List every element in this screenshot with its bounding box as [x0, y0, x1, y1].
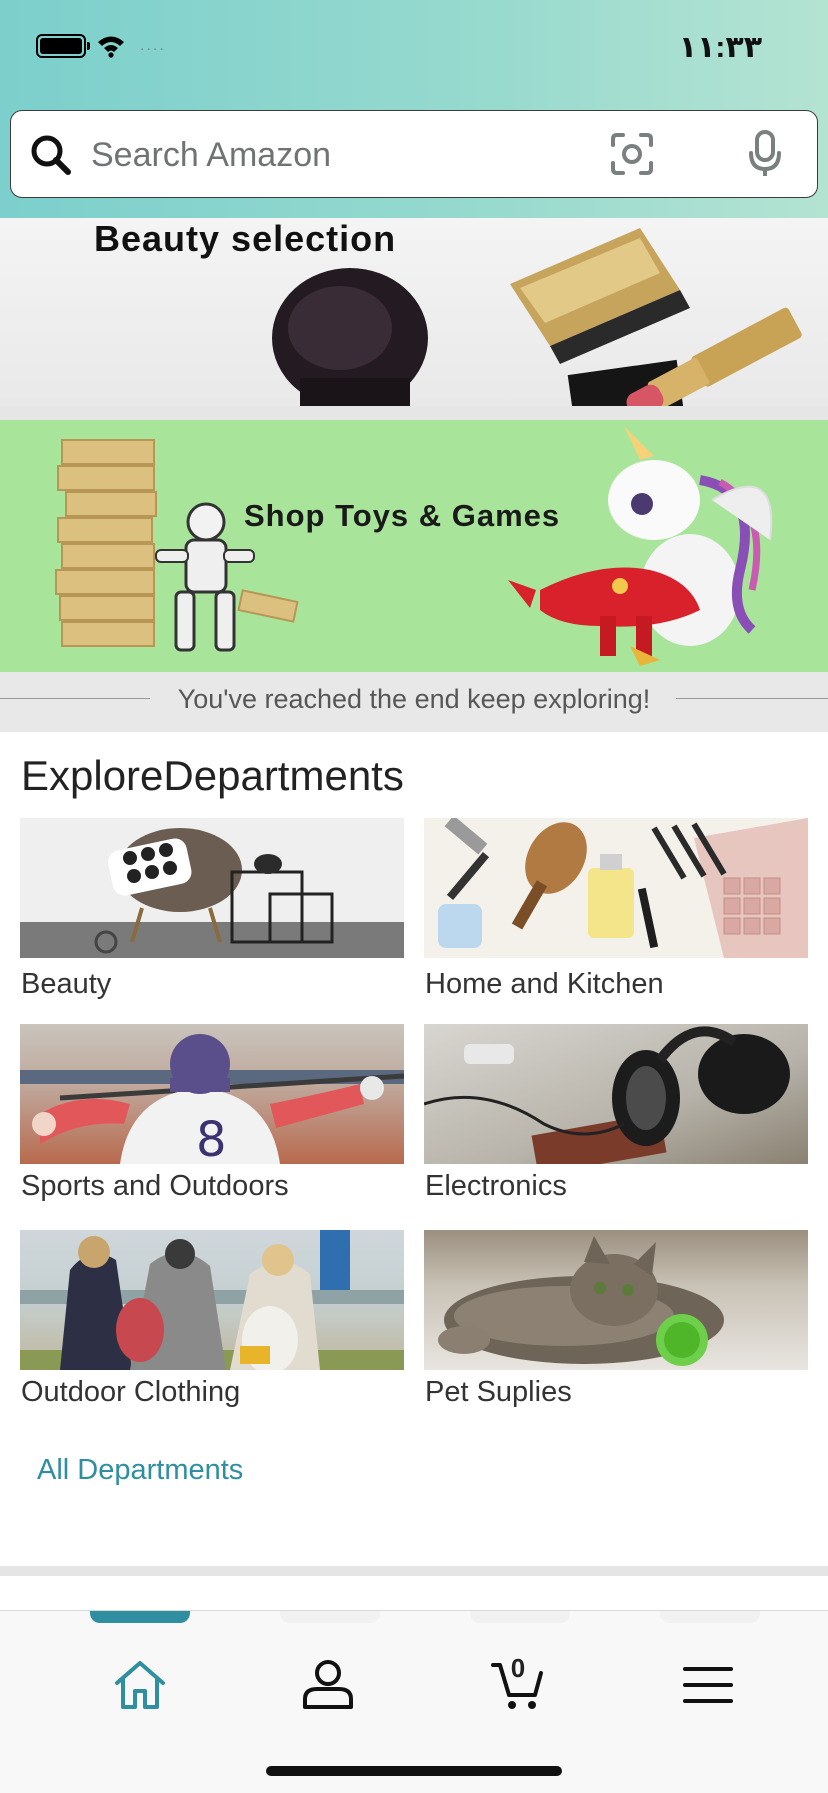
status-time: ١١:٣٣ — [678, 31, 762, 64]
svg-text:8: 8 — [196, 1112, 227, 1164]
department-label: Home and Kitchen — [425, 968, 664, 1000]
battery-icon — [36, 34, 90, 58]
end-of-feed-text: You've reached the end keep exploring! — [171, 684, 657, 714]
header: .... ١١:٣٣ — [0, 0, 828, 218]
home-indicator[interactable] — [266, 1766, 562, 1776]
search-bar[interactable] — [10, 110, 818, 198]
camera-scan-icon[interactable] — [609, 131, 655, 177]
tab-indicator — [280, 1611, 380, 1623]
cart-count-badge: 0 — [510, 1653, 526, 1683]
all-departments-link[interactable]: All Departments — [37, 1454, 243, 1487]
explore-departments-title: ExploreDepartments — [21, 752, 404, 799]
toys-image — [55, 426, 773, 666]
department-image — [424, 818, 808, 958]
profile-icon — [303, 1660, 353, 1709]
beauty-selection-banner[interactable]: Beauty selection — [0, 218, 828, 406]
status-indicators: .... — [36, 34, 166, 58]
active-tab-indicator — [90, 1611, 190, 1623]
department-label: Electronics — [425, 1170, 567, 1202]
department-image — [424, 1230, 808, 1370]
divider — [0, 1566, 828, 1576]
department-label: Beauty — [21, 968, 112, 1000]
microphone-icon[interactable] — [747, 129, 783, 179]
tab-home[interactable] — [80, 1647, 200, 1723]
department-image — [20, 818, 404, 958]
department-label: Outdoor Clothing — [21, 1376, 241, 1408]
search-icon — [31, 135, 71, 175]
department-label: Pet Suplies — [425, 1376, 572, 1408]
home-icon — [115, 1661, 165, 1709]
tab-menu[interactable] — [648, 1647, 768, 1723]
tab-indicator — [470, 1611, 570, 1623]
search-input[interactable] — [89, 129, 573, 181]
wifi-icon — [98, 36, 124, 58]
cellular-signal-icon: .... — [140, 37, 166, 54]
tab-indicator — [660, 1611, 760, 1623]
department-image — [20, 1230, 404, 1370]
department-label: Sports and Outdoors — [21, 1170, 289, 1202]
tab-cart[interactable]: 0 — [458, 1647, 578, 1723]
beauty-banner-title: Beauty selection — [94, 218, 397, 259]
toys-games-banner[interactable]: Shop Toys & Games — [0, 420, 828, 672]
divider — [0, 406, 828, 420]
toys-banner-title: Shop Toys & Games — [244, 498, 561, 533]
tab-profile[interactable] — [268, 1647, 388, 1723]
department-image — [424, 1024, 808, 1164]
department-image: 8 — [20, 1024, 404, 1164]
menu-icon — [683, 1667, 733, 1703]
end-of-feed-message: You've reached the end keep exploring! — [0, 672, 828, 732]
